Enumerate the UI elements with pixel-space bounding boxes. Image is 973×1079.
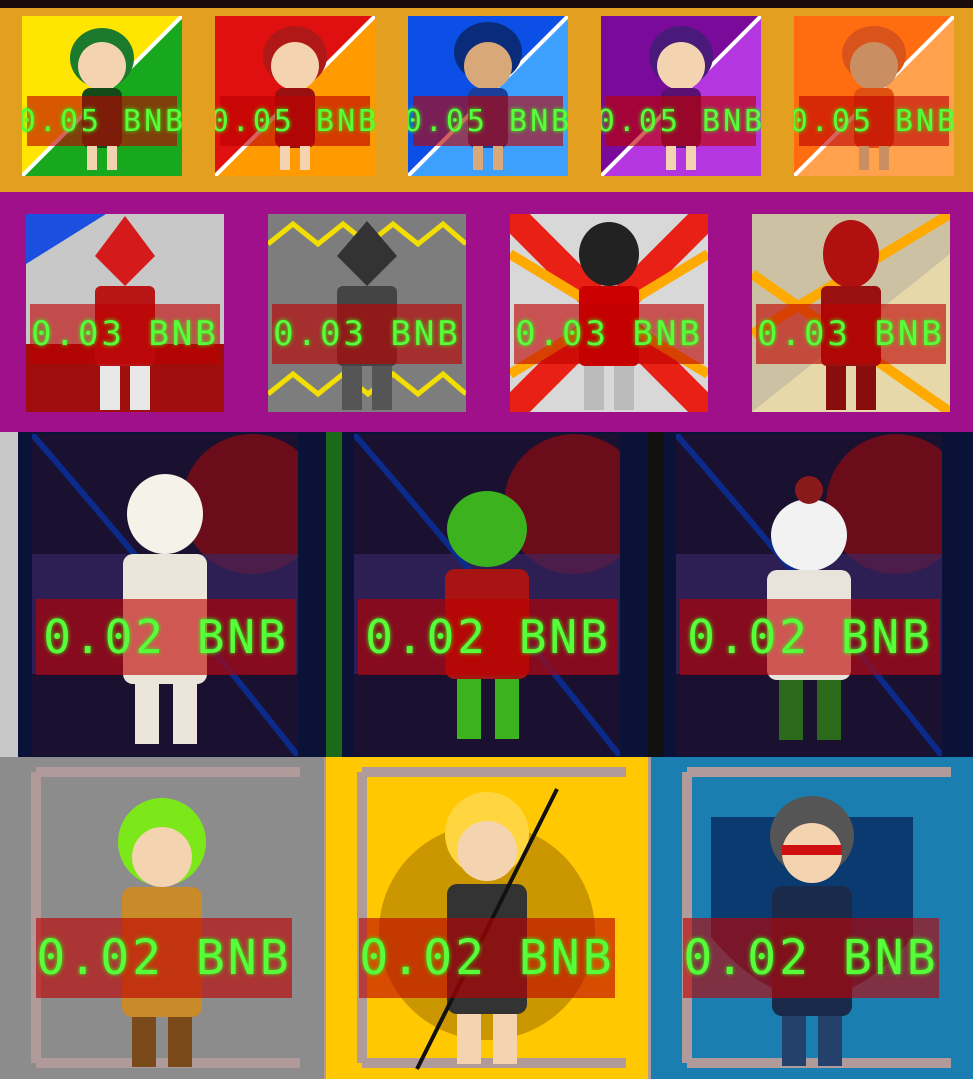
price-tag: 0.02 BNB [680,599,940,675]
nft-card[interactable]: 0.03 BNB [510,214,708,412]
nft-card[interactable]: 0.02 BNB [0,757,324,1079]
tier-2-row: 0.03 BNB 0.03 BNB 0.03 BNB 0.03 BNB [0,192,973,432]
nft-card[interactable]: 0.05 BNB [215,16,375,176]
nft-card[interactable]: 0.05 BNB [22,16,182,176]
price-tag: 0.03 BNB [514,304,704,364]
price-tag: 0.05 BNB [22,96,182,146]
nft-card[interactable]: 0.02 BNB [354,434,620,756]
price-tag: 0.03 BNB [756,304,946,364]
nft-card[interactable]: 0.03 BNB [268,214,466,412]
nft-card[interactable]: 0.05 BNB [408,16,568,176]
nft-card[interactable]: 0.02 BNB [326,757,648,1079]
nft-card[interactable]: 0.03 BNB [26,214,224,412]
price-tag: 0.02 BNB [683,918,939,998]
price-tag: 0.02 BNB [358,599,618,675]
nft-card[interactable]: 0.03 BNB [752,214,950,412]
tier-3-row: 0.02 BNB 0.02 BNB 0.02 BNB [0,432,973,757]
price-tag: 0.03 BNB [272,304,462,364]
nft-card[interactable]: 0.02 BNB [651,757,973,1079]
price-tag: 0.05 BNB [794,96,954,146]
price-tag: 0.05 BNB [408,96,568,146]
nft-card[interactable]: 0.02 BNB [676,434,942,756]
nft-card[interactable]: 0.05 BNB [794,16,954,176]
nft-card[interactable]: 0.05 BNB [601,16,761,176]
price-tag: 0.03 BNB [30,304,220,364]
price-tag: 0.05 BNB [601,96,761,146]
price-tag: 0.02 BNB [359,918,615,998]
nft-card[interactable]: 0.02 BNB [32,434,298,756]
tier-1-row: 0.05 BNB 0.05 BNB 0.05 BNB 0.05 BNB 0.05… [0,0,973,192]
price-tag: 0.02 BNB [36,918,292,998]
price-tag: 0.02 BNB [36,599,296,675]
price-tag: 0.05 BNB [215,96,375,146]
tier-4-row: 0.02 BNB 0.02 BNB 0.02 BNB [0,757,973,1079]
